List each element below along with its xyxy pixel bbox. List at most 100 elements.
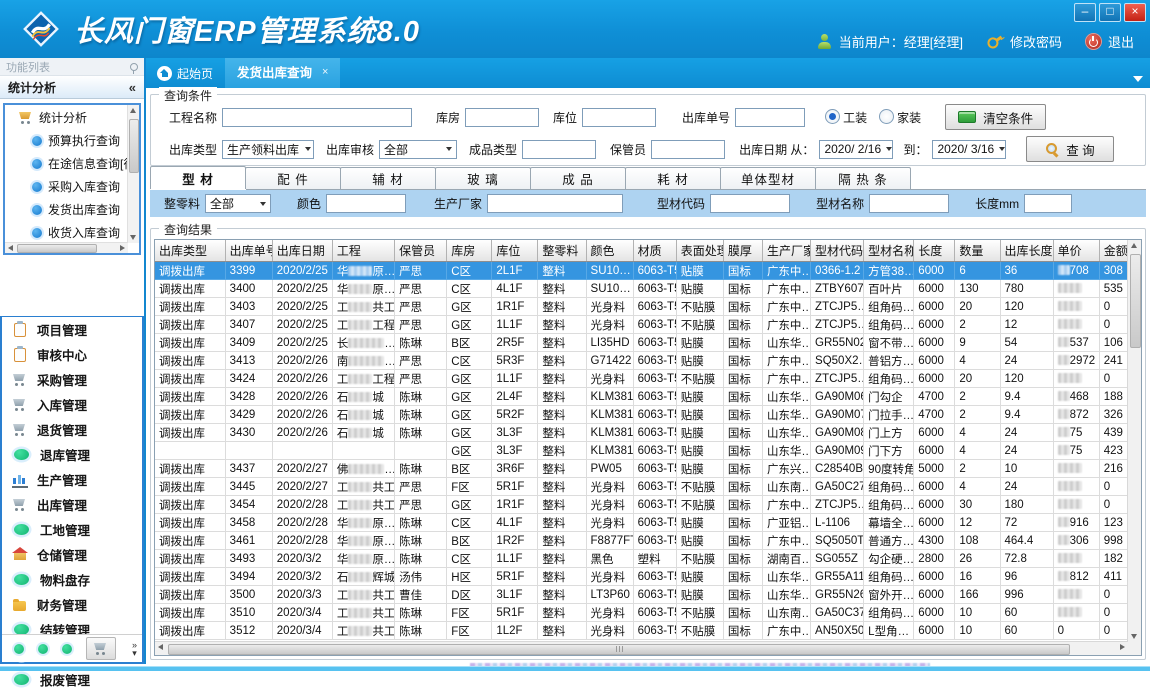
table-cell[interactable]: 不贴膜 <box>676 496 723 514</box>
table-cell[interactable]: 国标 <box>723 262 762 280</box>
table-cell[interactable]: 72.8 <box>1000 550 1053 568</box>
table-cell[interactable]: 整料 <box>538 424 586 442</box>
table-cell[interactable]: 组角码… <box>864 316 914 334</box>
table-cell[interactable]: 门拉手… <box>864 406 914 424</box>
table-cell[interactable]: 工工程 <box>332 370 394 388</box>
table-cell[interactable]: G71422 <box>586 352 633 370</box>
table-row[interactable]: 调拨出库35102020/3/4工共工程陈琳F区5R1F整料光身料6063-T5… <box>155 604 1142 622</box>
table-cell[interactable]: 10 <box>1000 460 1053 478</box>
table-row[interactable]: 调拨出库35122020/3/4工共工程陈琳F区1L2F整料光身料6063-T5… <box>155 622 1142 640</box>
table-cell[interactable]: 2R5F <box>492 334 538 352</box>
table-cell[interactable] <box>1053 496 1099 514</box>
table-cell[interactable]: 6063-T5 <box>633 370 676 388</box>
warehouse-input[interactable] <box>465 108 539 127</box>
table-cell[interactable]: 6063-T5 <box>633 622 676 640</box>
table-cell[interactable]: 严思 <box>395 262 447 280</box>
table-cell[interactable]: 90度转角 <box>864 460 914 478</box>
expand-more[interactable]: » ▾ <box>132 641 137 657</box>
table-cell[interactable]: 4L1F <box>492 280 538 298</box>
clear-conditions-button[interactable]: 清空条件 <box>945 104 1046 130</box>
table-cell[interactable]: 9 <box>955 334 1000 352</box>
table-cell[interactable]: 窗外开… <box>864 586 914 604</box>
sidebar-item[interactable]: 财务管理 <box>2 592 142 617</box>
table-cell[interactable]: 6000 <box>914 496 955 514</box>
maximize-button[interactable]: □ <box>1099 3 1121 22</box>
tree-root-node[interactable]: 统计分析 <box>5 105 139 129</box>
table-cell[interactable]: 贴膜 <box>676 262 723 280</box>
table-cell[interactable]: 光身料 <box>586 496 633 514</box>
grid-horizontal-scrollbar[interactable] <box>155 641 1128 655</box>
table-cell[interactable]: 812 <box>1053 568 1099 586</box>
table-cell[interactable]: 组角码… <box>864 370 914 388</box>
table-cell[interactable]: 3L1F <box>492 586 538 604</box>
table-cell[interactable]: 708 <box>1053 262 1099 280</box>
sidebar-item[interactable]: 仓储管理 <box>2 542 142 567</box>
pin-icon[interactable] <box>130 63 138 71</box>
table-cell[interactable]: 6000 <box>914 568 955 586</box>
material-tab[interactable]: 单体型材 <box>720 167 816 189</box>
audit-select[interactable]: 全部 <box>379 140 457 159</box>
table-cell[interactable]: 不贴膜 <box>676 622 723 640</box>
table-cell[interactable]: 不贴膜 <box>676 316 723 334</box>
table-row[interactable]: 调拨出库34942020/3/2石辉城汤伟H区5R1F整料光身料6063-T5贴… <box>155 568 1142 586</box>
table-cell[interactable]: 6000 <box>914 262 955 280</box>
table-cell[interactable]: 3437 <box>225 460 272 478</box>
table-cell[interactable]: 整料 <box>538 622 586 640</box>
table-cell[interactable]: 国标 <box>723 532 762 550</box>
table-cell[interactable]: 3R6F <box>492 460 538 478</box>
table-cell[interactable]: 光身料 <box>586 316 633 334</box>
table-cell[interactable]: 6063-T5 <box>633 604 676 622</box>
table-cell[interactable]: 贴膜 <box>676 352 723 370</box>
table-cell[interactable]: 10 <box>955 604 1000 622</box>
column-header[interactable]: 工程 <box>332 240 394 262</box>
table-cell[interactable]: 3512 <box>225 622 272 640</box>
table-cell[interactable]: 不贴膜 <box>676 478 723 496</box>
table-cell[interactable]: 国标 <box>723 424 762 442</box>
table-cell[interactable]: 石城 <box>332 424 394 442</box>
table-cell[interactable]: 1L1F <box>492 370 538 388</box>
table-cell[interactable]: 180 <box>1000 496 1053 514</box>
profile-name-input[interactable] <box>869 194 949 213</box>
table-cell[interactable]: 12 <box>1000 316 1053 334</box>
table-cell[interactable]: 石辉城 <box>332 568 394 586</box>
table-cell[interactable]: 整料 <box>538 406 586 424</box>
table-cell[interactable]: 广东兴… <box>762 460 810 478</box>
table-cell[interactable]: 贴膜 <box>676 586 723 604</box>
table-cell[interactable]: 0 <box>1053 622 1099 640</box>
table-cell[interactable]: 南… <box>332 352 394 370</box>
table-cell[interactable]: 山东南… <box>762 478 810 496</box>
table-cell[interactable]: 3L3F <box>492 442 538 460</box>
keeper-input[interactable] <box>651 140 725 159</box>
table-row[interactable]: 调拨出库34072020/2/25工工程严思G区1L1F整料光身料6063-T5… <box>155 316 1142 334</box>
table-cell[interactable]: G区 <box>447 370 492 388</box>
table-cell[interactable]: 6000 <box>914 586 955 604</box>
table-cell[interactable]: 调拨出库 <box>155 550 225 568</box>
column-header[interactable]: 表面处理 <box>676 240 723 262</box>
sidebar-item[interactable]: 退库管理 <box>2 442 142 467</box>
table-cell[interactable]: G区 <box>447 424 492 442</box>
table-cell[interactable]: 组角码… <box>864 298 914 316</box>
table-cell[interactable]: 国标 <box>723 370 762 388</box>
table-cell[interactable]: 贴膜 <box>676 568 723 586</box>
column-header[interactable]: 库房 <box>447 240 492 262</box>
table-cell[interactable] <box>1053 316 1099 334</box>
table-cell[interactable]: L型角… <box>864 622 914 640</box>
location-input[interactable] <box>582 108 656 127</box>
manufacturer-input[interactable] <box>487 194 623 213</box>
tree-item[interactable]: 预算执行查询 <box>5 129 139 152</box>
table-cell[interactable]: G区 <box>447 442 492 460</box>
column-header[interactable]: 整零料 <box>538 240 586 262</box>
table-cell[interactable]: C28540B <box>811 460 864 478</box>
table-cell[interactable] <box>225 442 272 460</box>
table-cell[interactable]: GA50C27 <box>811 478 864 496</box>
table-cell[interactable]: 勾企硬… <box>864 550 914 568</box>
column-header[interactable]: 长度 <box>914 240 955 262</box>
table-cell[interactable]: 贴膜 <box>676 442 723 460</box>
column-header[interactable]: 型材代码 <box>811 240 864 262</box>
table-cell[interactable]: 调拨出库 <box>155 334 225 352</box>
table-cell[interactable]: 华原… <box>332 280 394 298</box>
table-cell[interactable]: SQ50X2… <box>811 352 864 370</box>
table-cell[interactable]: G区 <box>447 406 492 424</box>
table-cell[interactable]: 组角码… <box>864 568 914 586</box>
table-cell[interactable]: 组角码… <box>864 604 914 622</box>
